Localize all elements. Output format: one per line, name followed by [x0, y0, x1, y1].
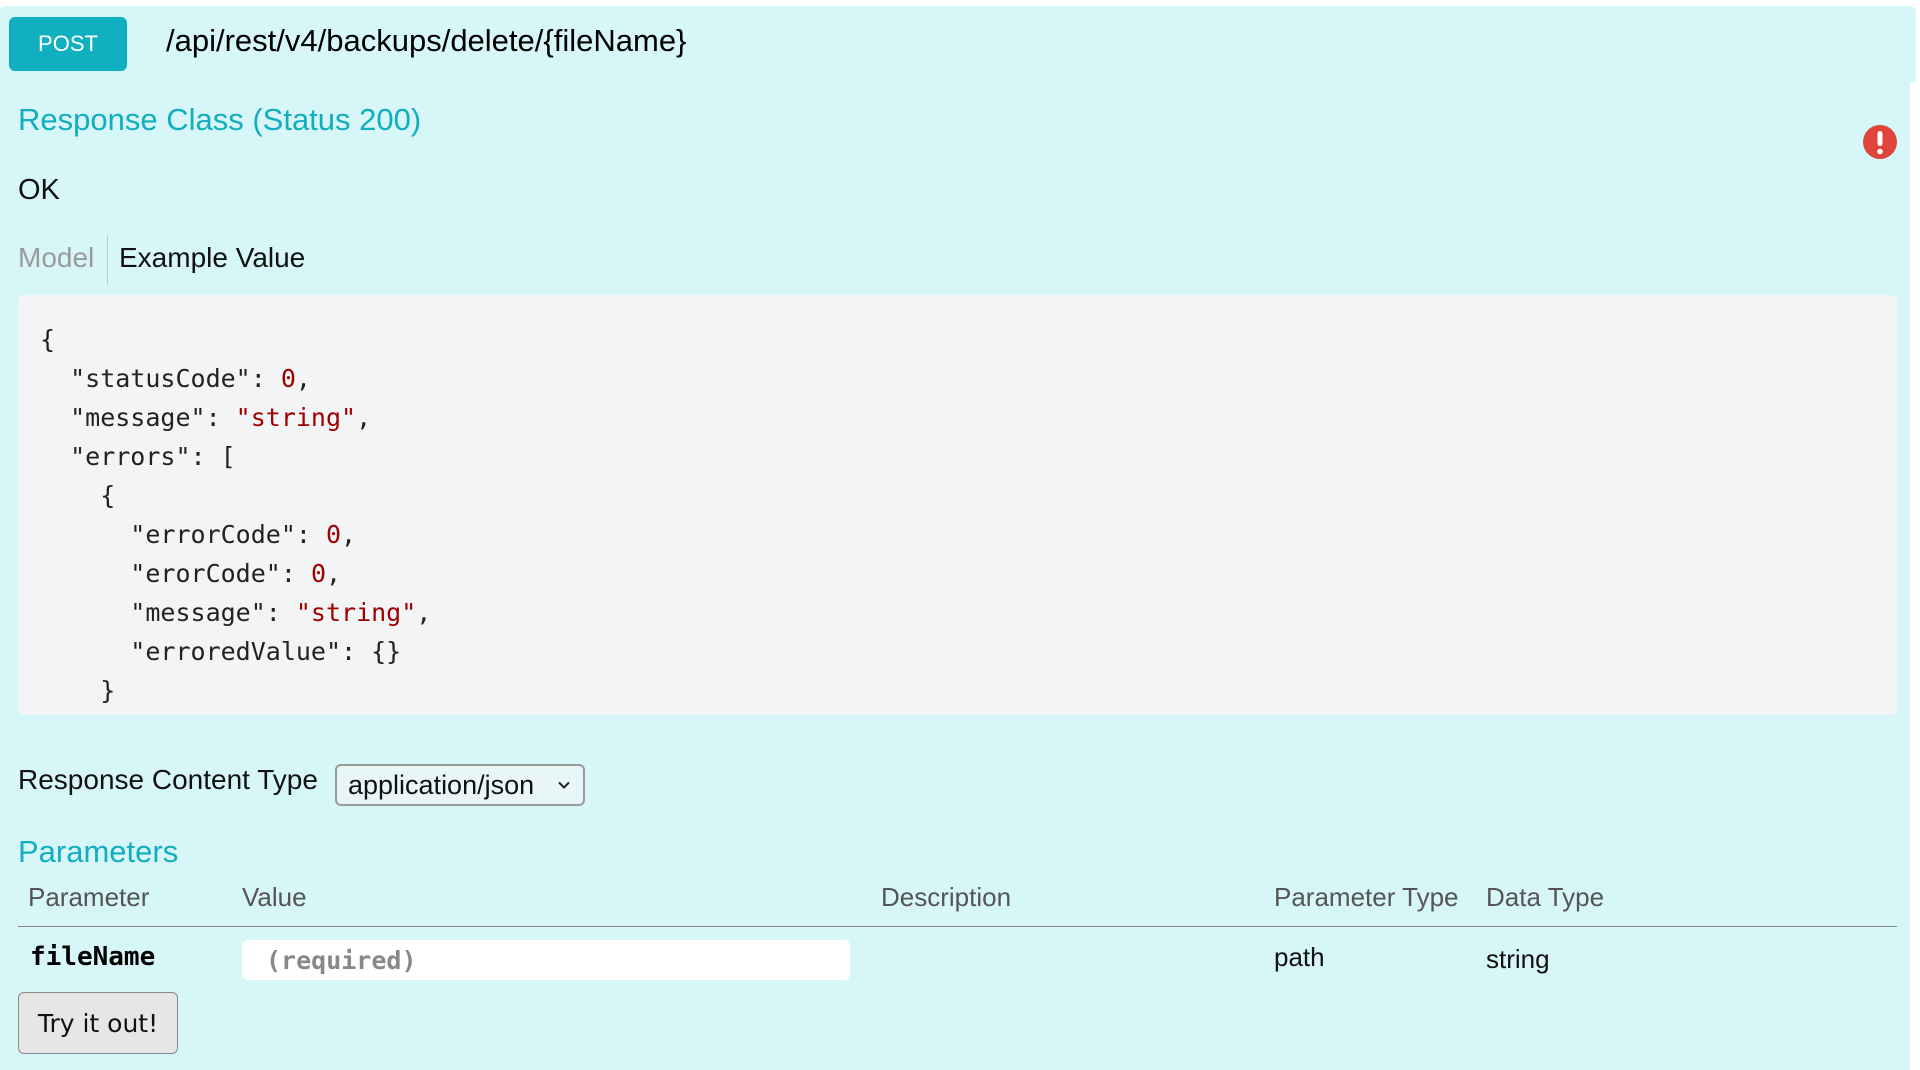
operation-body: Response Class (Status 200) OK Model Exa… — [0, 82, 1910, 1070]
response-status-text: OK — [18, 174, 60, 206]
tab-divider — [107, 235, 108, 285]
code-line: "errors": [ — [40, 442, 236, 471]
response-content-type-value: application/json — [348, 770, 535, 800]
column-header-value: Value — [242, 882, 307, 912]
column-header-data-type: Data Type — [1486, 882, 1605, 912]
tab-model[interactable]: Model — [18, 242, 94, 274]
exclamation-circle-icon[interactable] — [1862, 124, 1898, 160]
method-badge[interactable]: POST — [9, 17, 127, 71]
code-line: "message": "string", — [40, 403, 372, 432]
parameter-type: path — [1274, 942, 1325, 972]
code-line: "erorCode": 0, — [40, 559, 342, 588]
code-line: "errorCode": 0, — [40, 520, 357, 549]
chevron-down-icon — [558, 781, 570, 789]
parameters-table: Parameter Value Description Parameter Ty… — [18, 882, 1897, 1018]
operation-path[interactable]: /api/rest/v4/backups/delete/{fileName} — [166, 23, 686, 59]
operation-header[interactable]: POST /api/rest/v4/backups/delete/{fileNa… — [0, 6, 1916, 82]
column-header-parameter: Parameter — [28, 882, 150, 912]
code-line: { — [40, 481, 116, 510]
code-line: "message": "string", — [40, 598, 432, 627]
tab-example-value[interactable]: Example Value — [119, 242, 305, 274]
data-type: string — [1486, 944, 1550, 974]
try-it-out-button[interactable]: Try it out! — [18, 992, 178, 1054]
code-line: "statusCode": 0, — [40, 364, 311, 393]
table-header-rule — [18, 926, 1897, 927]
response-content-type-label: Response Content Type — [18, 764, 318, 795]
code-line: { — [40, 325, 56, 354]
example-value-code-block[interactable]: { "statusCode": 0, "message": "string", … — [18, 295, 1897, 715]
filename-input[interactable] — [242, 940, 850, 980]
column-header-parameter-type: Parameter Type — [1274, 882, 1459, 912]
code-line: } — [40, 676, 116, 705]
response-class-title: Response Class (Status 200) — [18, 102, 422, 137]
example-value-code: { "statusCode": 0, "message": "string", … — [18, 295, 1897, 710]
parameter-name: fileName — [30, 942, 156, 972]
column-header-description: Description — [881, 882, 1012, 912]
response-content-type-select[interactable]: application/json — [335, 764, 585, 806]
parameters-title: Parameters — [18, 834, 179, 869]
code-line: "erroredValue": {} — [40, 637, 402, 666]
